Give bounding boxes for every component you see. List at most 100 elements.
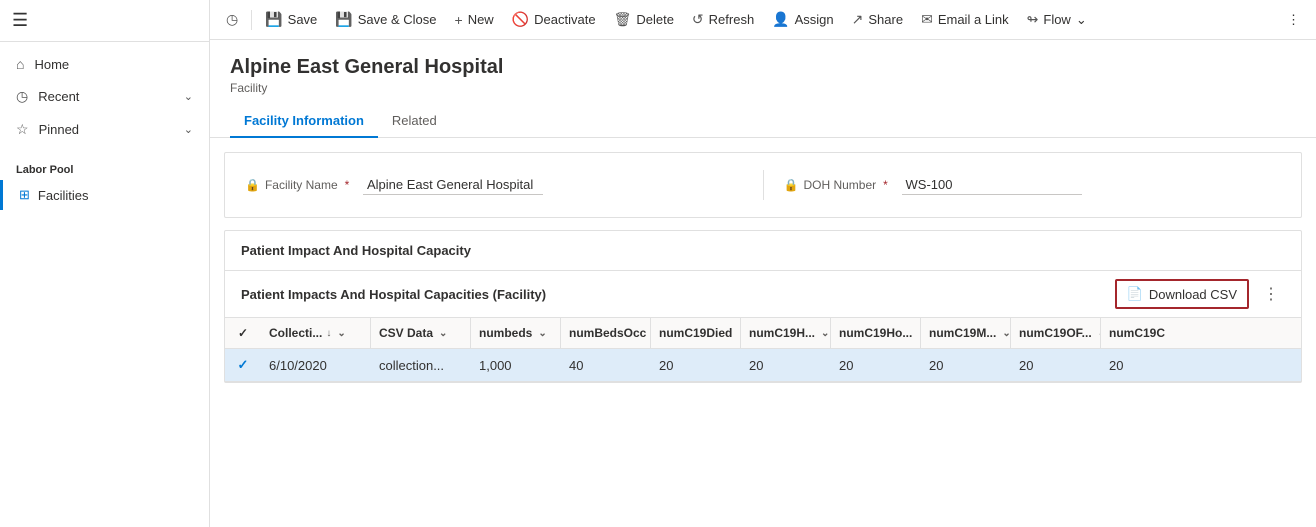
facilities-icon: ⊞ [19,187,30,203]
required-asterisk: * [345,178,350,192]
sidebar-item-pinned-label: Pinned [39,122,79,137]
filter-chevron-icon-6[interactable]: ⌄ [821,328,829,339]
table-row[interactable]: ✓ 6/10/2020 collection... 1,000 40 20 20… [225,349,1301,382]
tab-related[interactable]: Related [378,105,451,138]
record-title: Alpine East General Hospital [230,56,1296,79]
refresh-button[interactable]: ↺ Refresh [684,6,762,33]
sidebar-item-pinned[interactable]: ☆ Pinned ⌄ [0,113,209,146]
filter-chevron-icon-8[interactable]: ⌄ [1002,328,1010,339]
sidebar-facility-label: Facilities [38,188,89,203]
cell-numc19died: 20 [651,350,741,381]
cell-numc19h: 20 [741,350,831,381]
filter-chevron-icon-3[interactable]: ⌄ [538,328,546,339]
cell-collecti: 6/10/2020 [261,350,371,381]
doh-number-value[interactable]: WS-100 [902,175,1082,195]
delete-icon: 🗑 [614,11,632,28]
facility-name-value[interactable]: Alpine East General Hospital [363,175,543,195]
doh-number-label: 🔒 DOH Number * [784,178,894,192]
sort-down-icon[interactable]: ↓ [326,328,331,339]
home-icon: ⌂ [16,56,24,72]
subgrid-section-title: Patient Impact And Hospital Capacity [225,231,1301,271]
chevron-down-icon: ⌄ [184,90,193,103]
col-numc19ho-label: numC19Ho... [839,326,912,340]
save-icon: 💾 [265,11,282,28]
sidebar: ☰ ⌂ Home ◷ Recent ⌄ ☆ Pinned ⌄ Labor Poo… [0,0,210,527]
filter-chevron-icon[interactable]: ⌄ [337,328,345,339]
col-numc19m-label: numC19M... [929,326,996,340]
download-csv-button[interactable]: 📄 Download CSV [1115,279,1249,309]
pin-icon: ☆ [16,121,29,138]
col-numc19died-label: numC19Died [659,326,732,340]
assign-icon: 👤 [772,11,789,28]
grid-col-numc19ho[interactable]: numC19Ho... ⌄ [831,318,921,348]
grid-header: ✓ Collecti... ↓ ⌄ CSV Data ⌄ numbeds ⌄ n… [225,318,1301,349]
save-button[interactable]: 💾 Save [257,6,325,33]
grid-col-numc19m[interactable]: numC19M... ⌄ [921,318,1011,348]
subgrid-toolbar-right: 📄 Download CSV ⋮ [1115,279,1285,309]
col-csv-label: CSV Data [379,326,433,340]
toolbar-divider-1 [251,10,252,30]
cell-numc19m: 20 [921,350,1011,381]
record-subtitle: Facility [230,81,1296,95]
refresh-icon: ↺ [692,11,704,28]
subgrid-grid-title: Patient Impacts And Hospital Capacities … [241,287,546,302]
chevron-down-icon: ⌄ [1076,12,1087,28]
tabs-container: Facility Information Related [210,105,1316,138]
email-link-button[interactable]: ✉ Email a Link [913,6,1017,33]
sidebar-item-home[interactable]: ⌂ Home [0,48,209,80]
form-section: 🔒 Facility Name * Alpine East General Ho… [224,152,1302,218]
grid-col-numbeds[interactable]: numbeds ⌄ [471,318,561,348]
more-icon: ⋮ [1287,12,1300,28]
deactivate-icon: 🚫 [512,11,529,28]
grid-header-check[interactable]: ✓ [225,318,261,348]
share-icon: ↗ [852,11,864,28]
deactivate-button[interactable]: 🚫 Deactivate [504,6,604,33]
hamburger-icon[interactable]: ☰ [12,10,28,30]
tab-facility-information[interactable]: Facility Information [230,105,378,138]
sidebar-header: ☰ [0,0,209,42]
content-area: Alpine East General Hospital Facility Fa… [210,40,1316,527]
cell-csv: collection... [371,350,471,381]
csv-icon: 📄 [1127,286,1143,302]
col-collecti-label: Collecti... [269,326,322,340]
col-numbeds-label: numbeds [479,326,532,340]
grid-col-csv[interactable]: CSV Data ⌄ [371,318,471,348]
row-checkbox[interactable]: ✓ [225,349,261,381]
grid-col-numc19of[interactable]: numC19OF... ⌄ [1011,318,1101,348]
subgrid-toolbar: Patient Impacts And Hospital Capacities … [225,271,1301,318]
subgrid-section: Patient Impact And Hospital Capacity Pat… [224,230,1302,383]
cell-numc19of: 20 [1011,350,1101,381]
required-asterisk-2: * [883,178,888,192]
doh-number-field: 🔒 DOH Number * WS-100 [784,169,1282,201]
record-header: Alpine East General Hospital Facility [210,40,1316,95]
form-row-1: 🔒 Facility Name * Alpine East General Ho… [245,169,1281,201]
toolbar: ◷ 💾 Save 💾 Save & Close + New 🚫 Deactiva… [210,0,1316,40]
col-numbedsOcc-label: numBedsOcc [569,326,646,340]
flow-button[interactable]: ↬ Flow ⌄ [1019,6,1095,33]
grid-col-collecti[interactable]: Collecti... ↓ ⌄ [261,318,371,348]
facility-name-label: 🔒 Facility Name * [245,178,355,192]
grid-col-numc19died[interactable]: numC19Died ⌄ [651,318,741,348]
history-button[interactable]: ◷ [218,6,246,33]
more-options-button[interactable]: ⋮ [1279,7,1308,33]
sidebar-item-recent[interactable]: ◷ Recent ⌄ [0,80,209,113]
checkmark-icon: ✓ [238,357,249,373]
cell-numc19ho: 20 [831,350,921,381]
col-numc19of-label: numC19OF... [1019,326,1092,340]
delete-button[interactable]: 🗑 Delete [606,6,682,33]
filter-chevron-icon-2[interactable]: ⌄ [439,328,447,339]
sidebar-item-facilities[interactable]: ⊞ Facilities [0,180,209,210]
sidebar-section-label: Labor Pool [0,152,209,180]
save-close-icon: 💾 [335,11,352,28]
grid-col-numbedsOcc[interactable]: numBedsOcc ⌄ [561,318,651,348]
new-button[interactable]: + New [447,7,502,33]
sidebar-item-recent-label: Recent [38,89,79,104]
grid-col-numc19h[interactable]: numC19H... ⌄ [741,318,831,348]
recent-icon: ◷ [16,88,28,105]
save-close-button[interactable]: 💾 Save & Close [327,6,444,33]
grid-col-numc19c[interactable]: numC19C [1101,318,1181,348]
share-button[interactable]: ↗ Share [844,6,911,33]
subgrid-more-button[interactable]: ⋮ [1257,281,1285,307]
form-field-divider [763,170,764,200]
assign-button[interactable]: 👤 Assign [764,6,841,33]
